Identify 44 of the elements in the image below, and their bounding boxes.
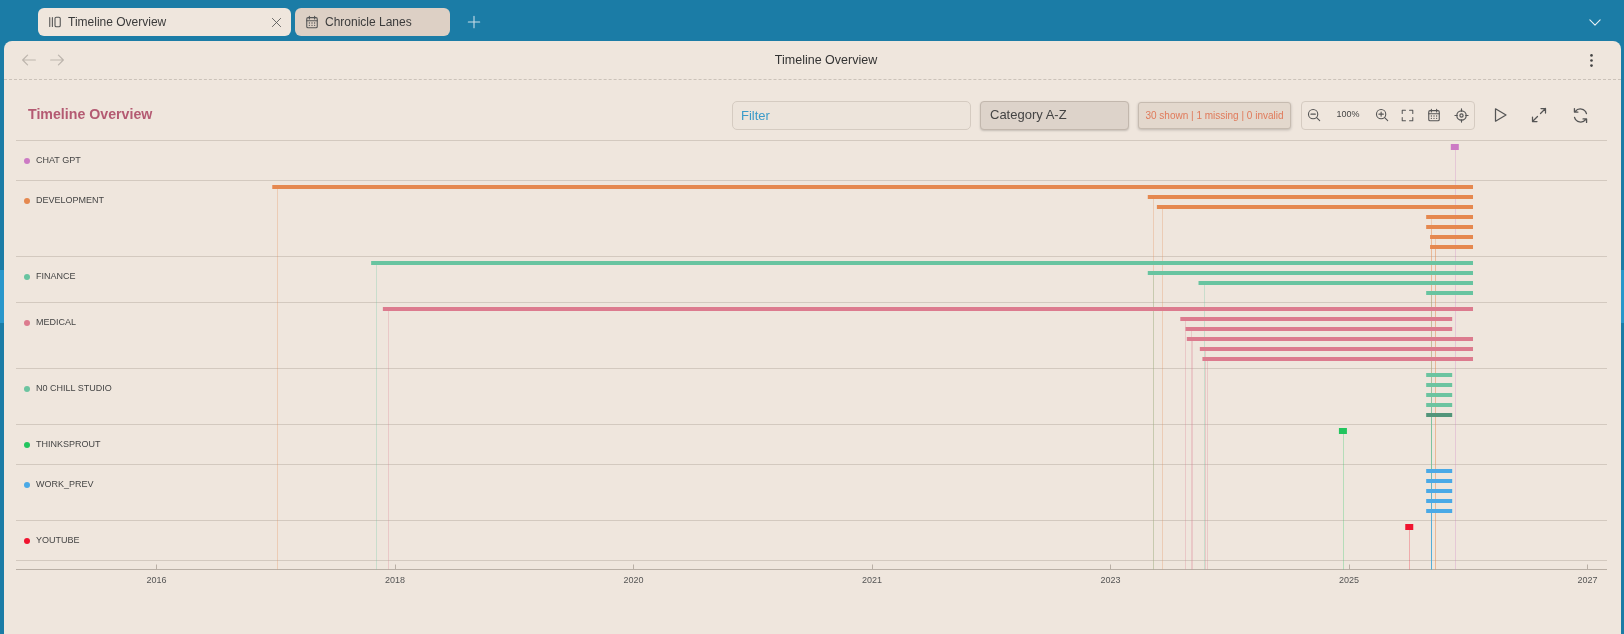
category-label: DEVELOPMENT bbox=[36, 195, 104, 206]
calendar-icon bbox=[305, 15, 319, 29]
play-icon bbox=[1492, 107, 1508, 123]
axis-label: 2021 bbox=[861, 576, 882, 585]
axis-label: 2018 bbox=[384, 576, 405, 585]
category-label: THINKSPROUT bbox=[36, 439, 101, 450]
view-title: Timeline Overview bbox=[28, 105, 153, 125]
tab-list-button[interactable] bbox=[1589, 19, 1601, 26]
kebab-icon bbox=[1590, 53, 1593, 67]
resize-handle[interactable] bbox=[0, 270, 4, 323]
axis-label: 2016 bbox=[146, 576, 167, 585]
category-label: N0 CHILL STUDIO bbox=[36, 383, 112, 394]
arrow-left-icon bbox=[22, 54, 36, 66]
close-icon bbox=[271, 16, 282, 28]
category-label: YOUTUBE bbox=[36, 535, 80, 546]
expand-icon bbox=[1531, 107, 1547, 123]
more-options-button[interactable] bbox=[1590, 53, 1593, 67]
axis-label: 2020 bbox=[623, 576, 644, 585]
crosshair-icon bbox=[1453, 107, 1469, 123]
calendar-icon bbox=[1427, 108, 1441, 122]
refresh-icon bbox=[1571, 106, 1589, 124]
axis-label: 2025 bbox=[1338, 576, 1359, 585]
resize-handle[interactable] bbox=[1621, 270, 1624, 323]
tab[interactable]: Timeline Overview bbox=[38, 8, 291, 36]
tab[interactable]: Chronicle Lanes bbox=[295, 8, 450, 36]
panel-icon bbox=[48, 15, 62, 29]
chevron-down-icon bbox=[1589, 19, 1601, 26]
category-label: CHAT GPT bbox=[36, 155, 81, 166]
axis-label: 2023 bbox=[1100, 576, 1121, 585]
zoom-out-icon bbox=[1307, 108, 1321, 122]
sort-dropdown[interactable]: Category A-Z bbox=[980, 100, 1129, 130]
category-label: FINANCE bbox=[36, 271, 76, 282]
axis-label: 2027 bbox=[1577, 576, 1598, 585]
category-label: MEDICAL bbox=[36, 317, 76, 328]
plus-icon bbox=[467, 15, 481, 29]
zoom-in-icon bbox=[1375, 108, 1389, 122]
close-tab-button[interactable] bbox=[271, 16, 282, 28]
fullscreen-icon bbox=[1400, 108, 1414, 122]
page-title: Timeline Overview bbox=[773, 51, 879, 69]
filter-field[interactable]: Filter bbox=[732, 100, 971, 130]
zoom-level: 100% bbox=[1335, 108, 1361, 122]
category-label: WORK_PREV bbox=[36, 479, 94, 490]
arrow-right-icon bbox=[50, 54, 64, 66]
status-summary: 30 shown | 1 missing | 0 invalid bbox=[1138, 101, 1291, 129]
